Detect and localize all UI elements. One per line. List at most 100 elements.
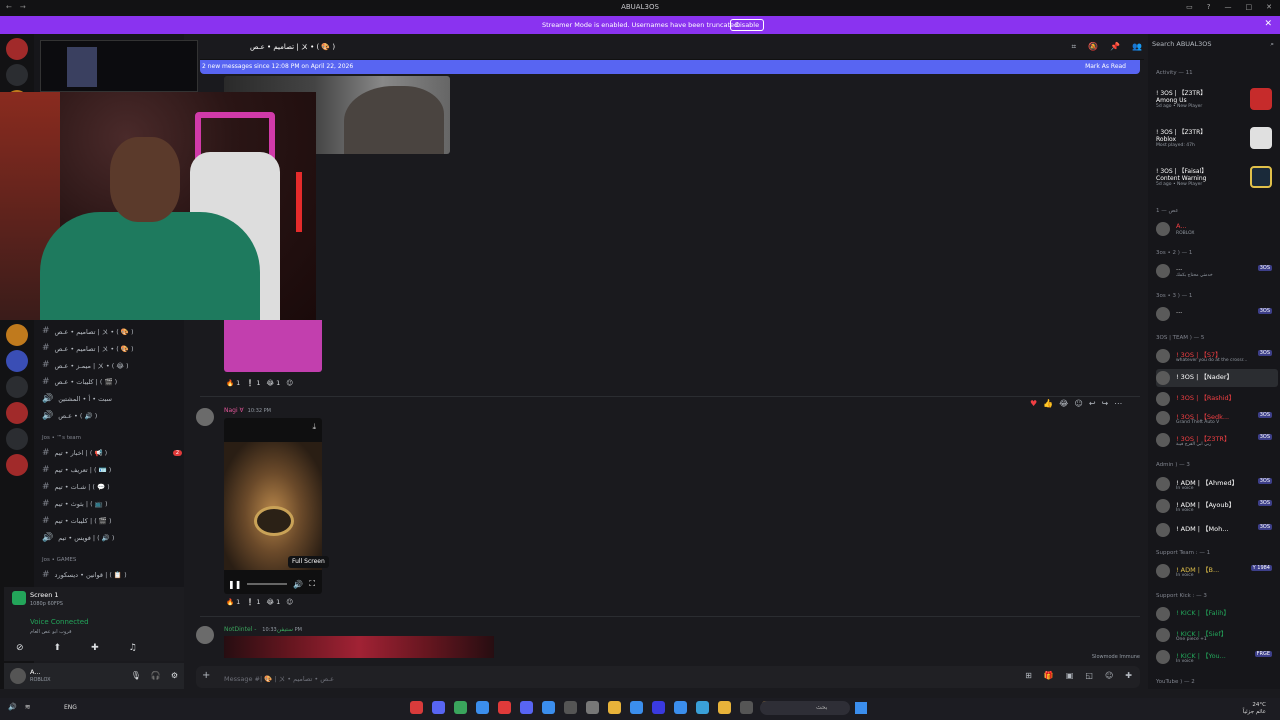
- app-icon[interactable]: [696, 701, 709, 714]
- close-banner-icon[interactable]: ✕: [1264, 19, 1272, 29]
- add-reaction-icon[interactable]: ☺: [286, 598, 293, 606]
- server-icon[interactable]: [6, 402, 28, 424]
- add-reaction-icon[interactable]: ☺: [1075, 399, 1083, 408]
- seek-bar[interactable]: [247, 583, 288, 585]
- server-icon[interactable]: [6, 376, 28, 398]
- thumbs-up-icon[interactable]: 👍: [1043, 399, 1053, 408]
- app-icon[interactable]: [454, 701, 467, 714]
- apps-icon[interactable]: ⊞: [1025, 671, 1032, 680]
- volume-icon[interactable]: 🔊: [8, 703, 17, 711]
- server-icon[interactable]: [6, 428, 28, 450]
- channel-item[interactable]: # كليبات • تيم | ( 🎬 ): [42, 513, 182, 528]
- app-icon[interactable]: [586, 701, 599, 714]
- camera-icon[interactable]: ⊘: [16, 643, 24, 653]
- volume-icon[interactable]: 🔊: [293, 580, 303, 589]
- channel-item[interactable]: 🔊 عـص • ( 🔊 ): [42, 408, 182, 423]
- member-item[interactable]: ! 3OS | 【Z3TR】 ربي ابي الفرج فيبة 3OS: [1156, 431, 1278, 449]
- laugh-reaction-icon[interactable]: 😂: [1059, 399, 1068, 408]
- taskbar-search[interactable]: بحث: [760, 701, 850, 715]
- channel-item[interactable]: # تعريف • تيم | ( 🪪 ): [42, 462, 182, 477]
- reaction-laugh[interactable]: 😂 1: [266, 379, 280, 387]
- channel-item[interactable]: # بثوث • تيم | ( 📺 ): [42, 496, 182, 511]
- folder-icon[interactable]: [718, 701, 731, 714]
- server-icon[interactable]: [6, 38, 28, 60]
- settings-gear-icon[interactable]: ⚙: [171, 671, 178, 680]
- disable-button[interactable]: Disable: [730, 19, 765, 31]
- channel-item[interactable]: 🔊 سبت • أ • المشتين: [42, 391, 182, 406]
- reply-icon[interactable]: ↩: [1089, 399, 1096, 408]
- add-reaction-icon[interactable]: ☺: [286, 379, 293, 387]
- member-item[interactable]: ! KICK | 【You... In voice FRGE: [1156, 648, 1278, 666]
- soundboard-icon[interactable]: ♫: [129, 643, 137, 653]
- add-attachment-icon[interactable]: +: [202, 670, 210, 681]
- more-options-icon[interactable]: ⋯: [1114, 399, 1122, 408]
- heart-reaction-icon[interactable]: ♥: [1030, 399, 1037, 408]
- member-item[interactable]: ... 3OS: [1156, 305, 1278, 323]
- server-icon[interactable]: [6, 350, 28, 372]
- fullscreen-icon[interactable]: ⛶: [309, 579, 315, 589]
- message-author[interactable]: Nagi ∀ 10:32 PM: [224, 407, 271, 414]
- activities-icon[interactable]: ✚: [1125, 671, 1132, 680]
- gift-icon[interactable]: 🎁: [1044, 671, 1054, 680]
- voice-connected-label[interactable]: Voice Connected: [30, 618, 89, 626]
- reaction-exclamation[interactable]: ❕ 1: [246, 598, 260, 606]
- pause-icon[interactable]: ❚❚: [228, 580, 241, 589]
- language-indicator[interactable]: ENG: [64, 704, 77, 711]
- channel-item[interactable]: # قوانين • ديسكورد | ( 📋 ): [42, 567, 182, 582]
- member-item[interactable]: ! ADM | 【Moh... 3OS: [1156, 521, 1278, 539]
- premiere-icon[interactable]: [652, 701, 665, 714]
- username[interactable]: A...: [30, 668, 41, 676]
- app-icon[interactable]: [740, 701, 753, 714]
- app-icon[interactable]: [520, 701, 533, 714]
- member-item[interactable]: ! ADM | 【Ahmed】 In voice 3OS: [1156, 475, 1278, 493]
- avatar[interactable]: [196, 408, 214, 426]
- channel-item[interactable]: # كليبات • عـص | ( 🎬 ): [42, 374, 182, 389]
- message-image[interactable]: [224, 320, 322, 372]
- message-composer[interactable]: + Message #| 🎨 | 〤 • عـص • تصاميم ⊞ 🎁 ▣ …: [196, 666, 1140, 688]
- mute-icon[interactable]: 🔕: [1088, 42, 1098, 52]
- maximize-icon[interactable]: □: [1246, 3, 1253, 11]
- app-icon[interactable]: [630, 701, 643, 714]
- share-screen-icon[interactable]: ⬆: [54, 643, 62, 653]
- reaction-fire[interactable]: 🔥 1: [226, 598, 240, 606]
- reaction-fire[interactable]: 🔥 1: [226, 379, 240, 387]
- close-window-icon[interactable]: ✕: [1266, 3, 1272, 11]
- member-item[interactable]: ! 3OS | 【Rashid】: [1156, 390, 1278, 408]
- member-item[interactable]: ! 3OS | 【Nader】: [1156, 369, 1278, 387]
- app-icon[interactable]: [410, 701, 423, 714]
- activity-card[interactable]: ! 3OS | 【Z3TR】 Roblox Most played: 47h: [1156, 127, 1276, 163]
- reaction-laugh[interactable]: 😂 1: [266, 598, 280, 606]
- activity-card[interactable]: ! 3OS | 【Z3TR】 Among Us 5d ago • New Pla…: [1156, 88, 1276, 124]
- server-icon[interactable]: [6, 324, 28, 346]
- member-item[interactable]: ! KICK | 【Falih】: [1156, 605, 1278, 623]
- gif-icon[interactable]: ▣: [1066, 671, 1074, 680]
- channel-item[interactable]: # تصاميم • عـص | 〤 • ( 🎨 ): [42, 323, 182, 338]
- new-messages-bar[interactable]: 2 new messages since 12:08 PM on April 2…: [200, 60, 1140, 74]
- activities-icon[interactable]: ✚: [91, 643, 99, 653]
- message-image[interactable]: [224, 636, 494, 658]
- reaction-exclamation[interactable]: ❕ 1: [246, 379, 260, 387]
- channel-item[interactable]: # اخبار • تيم | ( 📢 ) 2: [42, 445, 182, 460]
- member-item[interactable]: A... ROBLOX: [1156, 220, 1278, 238]
- discord-icon[interactable]: [432, 701, 445, 714]
- channel-item[interactable]: # تصاميم • عـص | 〤 • ( 🎨 ): [42, 340, 182, 355]
- emoji-icon[interactable]: ☺: [1105, 671, 1113, 680]
- headphones-icon[interactable]: 🎧: [151, 671, 161, 680]
- member-item[interactable]: ! ADM | 【Ayoub】 In voice 3OS: [1156, 497, 1278, 515]
- threads-icon[interactable]: ⌗: [1072, 42, 1077, 52]
- channel-item[interactable]: # شـات • تيم | ( 💬 ): [42, 479, 182, 494]
- edge-icon[interactable]: [674, 701, 687, 714]
- chrome-icon[interactable]: [608, 701, 621, 714]
- member-item[interactable]: ... خدمتي محتاج بكمك 3OS: [1156, 262, 1278, 280]
- category-header[interactable]: Jos • GAMES: [42, 552, 182, 567]
- member-item[interactable]: ! 3OS | 【Sedk... Grand Theft Auto V 3OS: [1156, 409, 1278, 427]
- member-item[interactable]: ! KICK | 【Sief】 One piece +1: [1156, 626, 1278, 644]
- category-header[interactable]: Jos • ™s team: [42, 430, 182, 445]
- inbox-icon[interactable]: ▭: [1186, 3, 1193, 11]
- sticker-icon[interactable]: ◱: [1085, 671, 1093, 680]
- message-input[interactable]: Message #| 🎨 | 〤 • عـص • تصاميم: [224, 673, 334, 683]
- microphone-icon[interactable]: 🎙: [131, 671, 141, 680]
- members-icon[interactable]: 👥: [1132, 42, 1142, 52]
- download-icon[interactable]: ⤓: [312, 422, 316, 432]
- channel-item[interactable]: # ميمـز • عـص | 〤 • ( 😂 ): [42, 357, 182, 372]
